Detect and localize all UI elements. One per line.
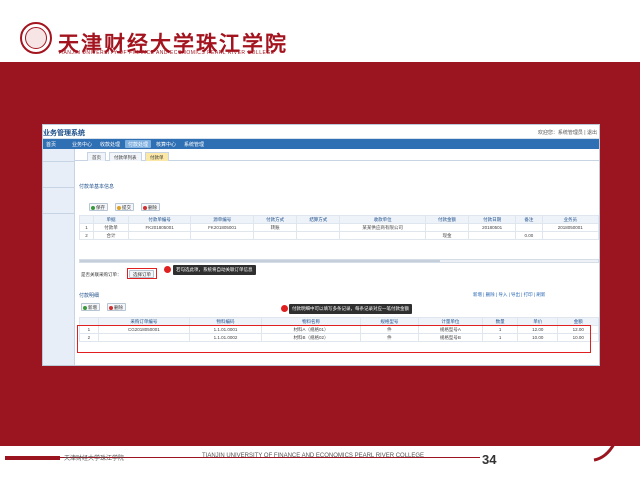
table-cell[interactable]: 1 [78,223,95,232]
submit-button[interactable]: 提交 [115,203,134,211]
grid1-header[interactable] [78,215,95,224]
footer-cn: 天津财经大学珠江学院 [64,456,125,462]
grid1-header[interactable]: 付款方式 [252,215,298,224]
table-cell[interactable]: 某某供应商有限公司 [339,223,426,232]
table-cell[interactable]: 合计 [93,231,129,240]
save-button[interactable]: 保存 [89,203,108,211]
tab-strip: 首页 付款单列表 付款单 [75,151,599,161]
nav-item[interactable]: 首页 [43,140,59,148]
table-cell[interactable] [190,231,254,240]
submit-icon [117,206,121,210]
table-cell[interactable] [339,231,426,240]
sidebar [43,149,75,365]
add-row-button[interactable]: 新增 [81,303,100,311]
tooltip-callout: 若勾选此项，系统将自动关联订单信息 [173,265,256,275]
grid1-header[interactable]: 业务员 [541,215,599,224]
relate-order-label: 是否关联采购订单： [81,272,122,277]
nav-item-active[interactable]: 付款处理 [125,140,152,148]
logo-english: TIANJIN UNIVERSITY OF FINANCE AND ECONOM… [58,50,275,56]
app-window: 业务管理系统 欢迎您：系统管理员 | 退出 首页 业务中心 收款处理 付款处理 … [42,124,600,366]
app-topbar: 业务管理系统 欢迎您：系统管理员 | 退出 [43,125,599,139]
slide-footer: 天津财经大学珠江学院 TIANJIN UNIVERSITY OF FINANCE… [0,446,640,480]
grid1-header[interactable]: 单据 [93,215,129,224]
main-nav: 首页 业务中心 收款处理 付款处理 核算中心 系统管理 [43,139,599,149]
nav-item[interactable]: 系统管理 [181,140,207,148]
grid1-header[interactable]: 收款单位 [339,215,426,224]
table-row[interactable]: 1 付款单 FK201805001 FK201805001 转账 某某供应商有限公司 201… [78,223,599,232]
table-cell[interactable]: 付款单 [93,223,129,232]
remove-row-button[interactable]: 删除 [107,303,126,311]
tab-current[interactable]: 付款单 [145,152,169,161]
table-cell[interactable] [515,223,543,232]
table-cell[interactable]: 现金 [424,231,470,240]
grid1-header[interactable]: 付款单编号 [127,215,192,224]
table-cell[interactable]: 20180501 [468,223,517,232]
footer-en: TIANJIN UNIVERSITY OF FINANCE AND ECONOM… [202,453,425,459]
page-number: 34 [482,452,497,467]
table-cell[interactable]: 2 [78,231,95,240]
slide-header: 天津财经大学珠江学院 TIANJIN UNIVERSITY OF FINANCE… [0,0,640,62]
annotation-marker [164,266,171,273]
detail-highlight-box [77,325,591,353]
user-info[interactable]: 欢迎您：系统管理员 | 退出 [538,129,597,136]
table-cell[interactable] [468,231,517,240]
delete-icon [143,206,147,210]
nav-item[interactable]: 核算中心 [153,140,179,148]
tab-list[interactable]: 付款单列表 [109,152,142,161]
grid1-header[interactable]: 付款金额 [424,215,470,224]
add-icon [83,306,87,310]
section-title-basic: 付款单基本信息 [79,184,115,190]
payment-grid: 单据 付款单编号 源单编号 付款方式 结算方式 收款单位 付款金额 付款日期 备注 业务员 1 付款单… [78,215,599,240]
delete-button[interactable]: 删除 [141,203,160,211]
table-cell[interactable]: 2018050001 [541,223,599,232]
grid1-header[interactable]: 付款日期 [468,215,517,224]
tooltip-callout-2: 付款明细中可以填写多条记录，每条记录对应一笔付款金额 [289,304,412,314]
app-title: 业务管理系统 [43,130,85,137]
grid1-header[interactable]: 源单编号 [190,215,254,224]
remove-icon [109,306,113,310]
table-cell[interactable] [252,231,298,240]
section-title-detail: 付款明细 [79,293,100,299]
table-cell[interactable] [424,223,470,232]
horizontal-scrollbar[interactable] [79,259,599,263]
nav-item[interactable]: 收款处理 [97,140,123,148]
table-cell[interactable] [296,223,341,232]
table-row[interactable]: 2 合计 现金 0.00 [78,231,599,240]
grid1-header[interactable]: 结算方式 [296,215,341,224]
footer-accent-bar [5,456,60,460]
swoosh-logo-icon [593,434,619,462]
tab-home[interactable]: 首页 [87,152,106,161]
save-icon [91,206,95,210]
table-cell[interactable]: FK201805001 [127,223,192,232]
table-cell[interactable]: 0.00 [515,231,543,240]
table-cell[interactable]: FK201805001 [190,223,254,232]
detail-action-links[interactable]: 新增 | 删除 | 导入 | 导出 | 打印 | 刷新 [473,292,545,298]
table-cell[interactable] [541,231,599,240]
table-cell[interactable] [296,231,341,240]
university-seal-logo [20,22,52,54]
grid1-header[interactable]: 备注 [515,215,543,224]
select-order-button[interactable]: 选择订单 [129,270,154,278]
table-cell[interactable]: 转账 [252,223,298,232]
nav-item[interactable]: 业务中心 [69,140,95,148]
annotation-marker-2 [281,305,288,312]
table-cell[interactable] [127,231,192,240]
